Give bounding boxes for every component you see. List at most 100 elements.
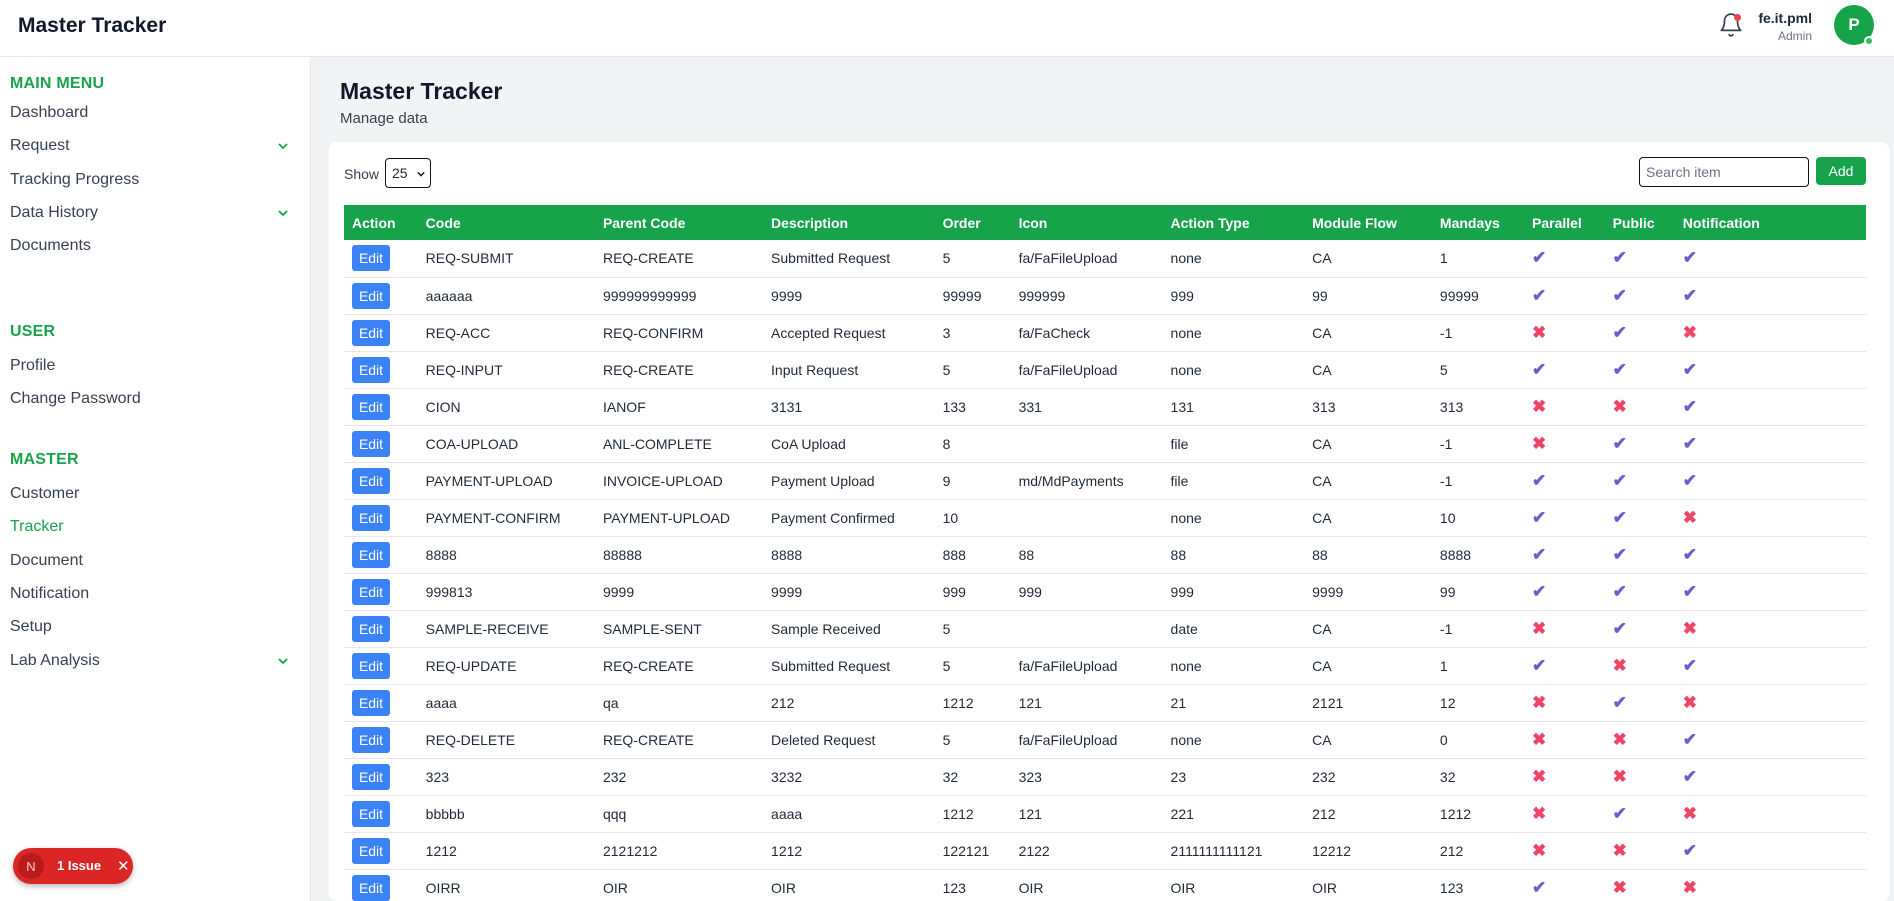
- sidebar-item-data-history[interactable]: Data History: [10, 204, 300, 222]
- public-cell: ✔: [1604, 610, 1675, 648]
- action-type-cell: 999: [1162, 277, 1305, 315]
- action-cell: Edit: [344, 721, 418, 759]
- parent-code-cell: REQ-CREATE: [594, 351, 764, 389]
- action-type-cell: file: [1162, 462, 1305, 500]
- edit-button[interactable]: Edit: [352, 800, 390, 827]
- parent-code-cell: INVOICE-UPLOAD: [594, 462, 764, 500]
- column-header[interactable]: Code: [417, 205, 595, 240]
- edit-button[interactable]: Edit: [352, 763, 390, 790]
- notification-bell-icon[interactable]: [1718, 12, 1744, 38]
- sidebar-item-dashboard[interactable]: Dashboard: [10, 104, 300, 122]
- notification-cell: ✔: [1674, 240, 1866, 278]
- description-cell: Accepted Request: [763, 314, 935, 352]
- action-type-cell: none: [1162, 240, 1305, 278]
- parent-code-cell: qqq: [594, 795, 764, 833]
- order-cell: 123: [934, 869, 1011, 901]
- code-cell: 1212: [417, 832, 595, 870]
- page-size-select[interactable]: 25: [385, 158, 431, 188]
- notification-cell: ✖: [1674, 795, 1866, 833]
- close-icon[interactable]: ✕: [117, 857, 130, 875]
- edit-button[interactable]: Edit: [352, 578, 390, 605]
- module-flow-cell: 212: [1304, 795, 1432, 833]
- column-header[interactable]: Icon: [1010, 205, 1163, 240]
- column-header[interactable]: Notification: [1674, 205, 1866, 240]
- cross-icon: ✖: [1682, 803, 1698, 823]
- action-cell: Edit: [344, 684, 418, 722]
- section-title-main-menu: MAIN MENU: [10, 75, 105, 92]
- sidebar-item-lab-analysis[interactable]: Lab Analysis: [10, 652, 300, 670]
- column-header[interactable]: Parent Code: [594, 205, 764, 240]
- description-cell: CoA Upload: [763, 425, 935, 463]
- column-header[interactable]: Action Type: [1162, 205, 1305, 240]
- mandays-cell: 12: [1431, 684, 1524, 722]
- edit-button[interactable]: Edit: [352, 837, 390, 864]
- edit-button[interactable]: Edit: [352, 689, 390, 716]
- edit-button[interactable]: Edit: [352, 282, 390, 309]
- public-cell: ✖: [1604, 388, 1675, 426]
- sidebar-item-notification[interactable]: Notification: [10, 585, 300, 603]
- edit-button[interactable]: Edit: [352, 393, 390, 420]
- edit-button[interactable]: Edit: [352, 652, 390, 679]
- sidebar-item-tracker[interactable]: Tracker: [10, 518, 300, 536]
- sidebar-item-document[interactable]: Document: [10, 552, 300, 570]
- action-cell: Edit: [344, 388, 418, 426]
- parent-code-cell: 2121212: [594, 832, 764, 870]
- action-cell: Edit: [344, 314, 418, 352]
- check-icon: ✔: [1532, 359, 1547, 379]
- parent-code-cell: REQ-CONFIRM: [594, 314, 764, 352]
- sidebar-item-label: Tracking Progress: [10, 170, 140, 188]
- sidebar-item-label: Request: [10, 137, 70, 155]
- column-header[interactable]: Module Flow: [1304, 205, 1432, 240]
- edit-button[interactable]: Edit: [352, 356, 390, 383]
- notification-cell: ✖: [1674, 684, 1866, 722]
- column-header[interactable]: Mandays: [1431, 205, 1524, 240]
- search-input[interactable]: [1639, 157, 1809, 187]
- notification-cell: ✖: [1674, 610, 1866, 648]
- table-row: Edit 8888 88888 8888 888 88 88 88 8888 ✔ ✔ ✔: [344, 536, 1866, 574]
- edit-button[interactable]: Edit: [352, 467, 390, 494]
- sidebar-item-label: Data History: [10, 203, 99, 221]
- sidebar-item-customer[interactable]: Customer: [10, 485, 300, 503]
- check-icon: ✔: [1532, 507, 1547, 527]
- module-flow-cell: CA: [1304, 351, 1432, 389]
- edit-button[interactable]: Edit: [352, 541, 390, 568]
- edit-button[interactable]: Edit: [352, 430, 390, 457]
- edit-button[interactable]: Edit: [352, 615, 390, 642]
- cross-icon: ✖: [1682, 507, 1698, 527]
- check-icon: ✔: [1682, 285, 1698, 305]
- edit-button[interactable]: Edit: [352, 504, 390, 531]
- cross-icon: ✖: [1532, 396, 1547, 416]
- edit-button[interactable]: Edit: [352, 245, 390, 272]
- column-header[interactable]: Action: [344, 205, 418, 240]
- column-header[interactable]: Description: [763, 205, 935, 240]
- icon-cell: md/MdPayments: [1010, 462, 1163, 500]
- action-cell: Edit: [344, 758, 418, 796]
- icon-cell: 121: [1010, 684, 1163, 722]
- column-header[interactable]: Public: [1604, 205, 1675, 240]
- check-icon: ✔: [1532, 581, 1547, 601]
- sidebar-item-profile[interactable]: Profile: [10, 357, 300, 375]
- column-header[interactable]: Parallel: [1524, 205, 1605, 240]
- parallel-cell: ✖: [1524, 388, 1605, 426]
- check-icon: ✔: [1612, 359, 1627, 379]
- issue-badge[interactable]: N 1 Issue ✕: [13, 848, 133, 884]
- add-button[interactable]: Add: [1816, 157, 1866, 185]
- table-row: Edit aaaaaa 999999999999 9999 99999 999999 999…: [344, 277, 1866, 315]
- edit-button[interactable]: Edit: [352, 726, 390, 753]
- edit-button[interactable]: Edit: [352, 319, 390, 346]
- check-icon: ✔: [1682, 655, 1698, 675]
- column-header[interactable]: Order: [934, 205, 1011, 240]
- sidebar-item-documents[interactable]: Documents: [10, 237, 300, 255]
- module-flow-cell: CA: [1304, 647, 1432, 685]
- sidebar-item-tracking-progress[interactable]: Tracking Progress: [10, 171, 300, 189]
- mandays-cell: 313: [1431, 388, 1524, 426]
- edit-button[interactable]: Edit: [352, 874, 390, 901]
- parallel-cell: ✔: [1524, 499, 1605, 537]
- public-cell: ✔: [1604, 499, 1675, 537]
- sidebar-item-change-password[interactable]: Change Password: [10, 390, 300, 408]
- sidebar-item-request[interactable]: Request: [10, 137, 300, 155]
- sidebar-item-setup[interactable]: Setup: [10, 618, 300, 636]
- description-cell: 3232: [763, 758, 935, 796]
- table-row: Edit 323 232 3232 32 323 23 232 32 ✖ ✖ ✔: [344, 758, 1866, 796]
- notification-cell: ✔: [1674, 721, 1866, 759]
